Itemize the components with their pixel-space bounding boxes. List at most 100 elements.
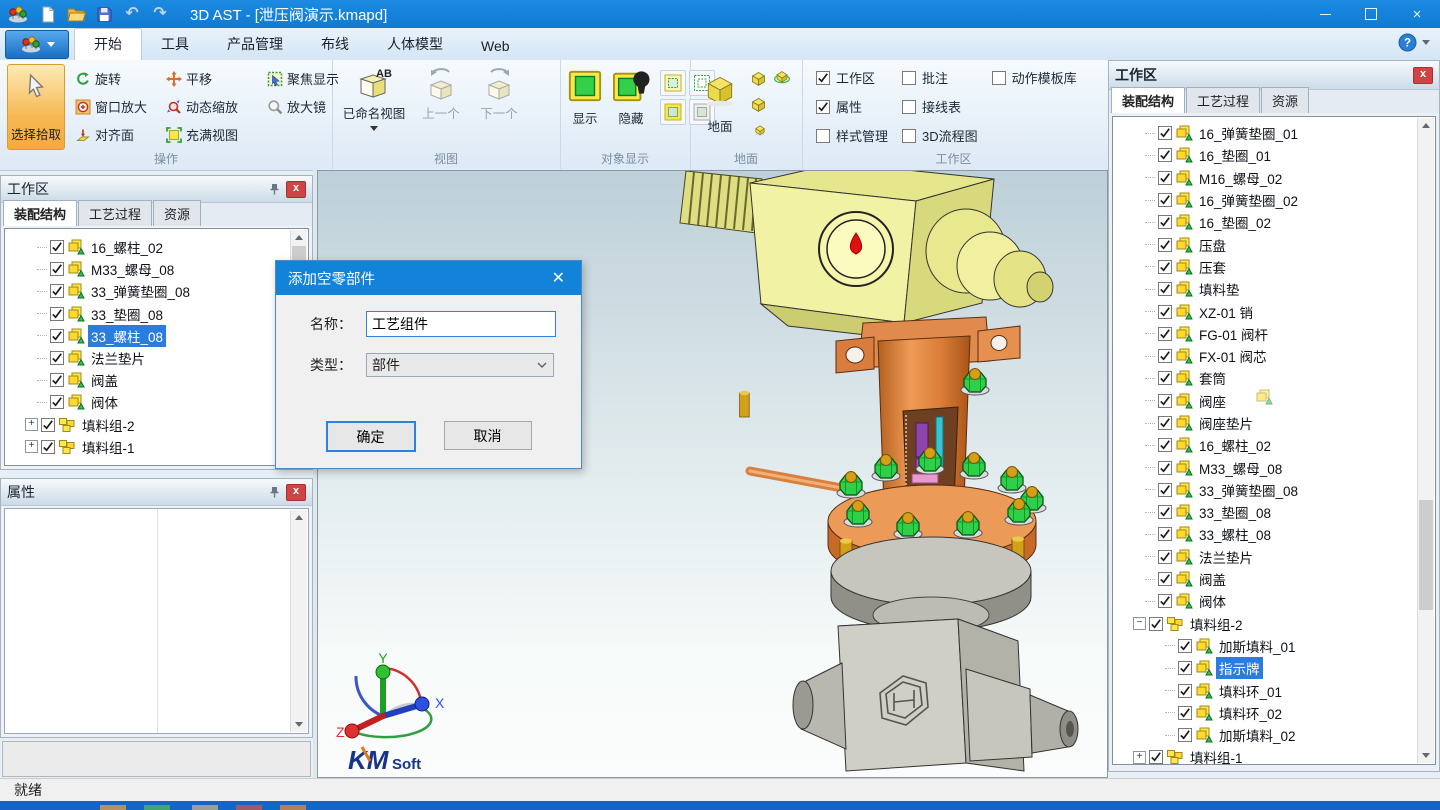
display-hide-button[interactable]: 隐藏 (608, 63, 654, 127)
select-pick-button[interactable]: 选择拾取 (7, 64, 65, 150)
redo-button[interactable]: ↷ (148, 3, 172, 25)
scrollbar[interactable] (290, 510, 307, 732)
tree-item-label[interactable]: 16_螺柱_02 (88, 236, 166, 258)
tree-row[interactable]: 加斯填料_01 (1113, 635, 1435, 657)
tree-row[interactable]: 16_螺柱_02 (5, 236, 308, 258)
checkbox-icon[interactable] (1158, 572, 1172, 586)
tree-row[interactable]: + 填料组-1 (1113, 746, 1435, 765)
tool-zoom-window[interactable]: 窗口放大 (72, 94, 163, 119)
tree-item-label[interactable]: 填料组-2 (1187, 613, 1246, 635)
tab-tools[interactable]: 工具 (142, 29, 208, 60)
tree-item-label[interactable]: 33_垫圈_08 (88, 303, 166, 325)
close-button[interactable]: × (1394, 0, 1440, 28)
checkbox-icon[interactable] (50, 307, 64, 321)
tab-routing[interactable]: 布线 (302, 29, 368, 60)
tree-row[interactable]: 阀盖 (5, 369, 308, 391)
scroll-up-icon[interactable] (291, 510, 307, 525)
open-button[interactable] (64, 3, 88, 25)
checkbox-icon[interactable] (50, 395, 64, 409)
checkbox-icon[interactable] (1158, 260, 1172, 274)
new-button[interactable] (36, 3, 60, 25)
scrollbar[interactable] (1417, 118, 1434, 763)
tree-item-label[interactable]: 阀体 (88, 391, 121, 413)
checkbox-icon[interactable] (1178, 661, 1192, 675)
tool-fit-view[interactable]: 充满视图 (163, 122, 264, 147)
ground-ground-cube-3-button[interactable] (750, 120, 770, 140)
checkbox-icon[interactable] (1178, 706, 1192, 720)
checkbox-icon[interactable] (1158, 416, 1172, 430)
checkbox-icon[interactable] (1158, 327, 1172, 341)
tree-item-label[interactable]: 填料垫 (1196, 278, 1243, 300)
tree-item-label[interactable]: 加斯填料_02 (1216, 724, 1299, 746)
tree-row[interactable]: 法兰垫片 (5, 347, 308, 369)
view-prev-view-button[interactable]: 上一个 (412, 63, 470, 163)
tree-row[interactable]: 法兰垫片 (1113, 546, 1435, 568)
tree-item-label[interactable]: 16_弹簧垫圈_02 (1196, 189, 1301, 211)
undo-button[interactable]: ↶ (120, 3, 144, 25)
checkbox-icon[interactable] (1158, 594, 1172, 608)
close-panel-icon[interactable]: x (1413, 67, 1433, 84)
dialog-titlebar[interactable]: 添加空零部件 ✕ (276, 261, 581, 295)
save-button[interactable] (92, 3, 116, 25)
checkbox-icon[interactable] (50, 284, 64, 298)
display-show-button[interactable]: 显示 (562, 63, 608, 127)
tree-item-label[interactable]: 16_弹簧垫圈_01 (1196, 122, 1301, 144)
tree-row[interactable]: 阀座 (1113, 390, 1435, 412)
close-panel-icon[interactable]: x (286, 181, 306, 198)
checkbox-icon[interactable] (50, 329, 64, 343)
pin-icon[interactable] (266, 181, 282, 197)
view-named-view-button[interactable]: AB 已命名视图 (336, 63, 412, 163)
tree-row[interactable]: 压套 (1113, 256, 1435, 278)
checkbox-ws-3dflow[interactable]: 3D流程图 (902, 126, 978, 145)
scroll-down-icon[interactable] (1418, 748, 1434, 763)
tree-row[interactable]: 阀座垫片 (1113, 412, 1435, 434)
display-hide-selected-button[interactable] (660, 99, 686, 125)
tree-expander[interactable]: − (1133, 617, 1146, 630)
checkbox-icon[interactable] (1178, 639, 1192, 653)
checkbox-icon[interactable] (1158, 527, 1172, 541)
tree-row[interactable]: 33_垫圈_08 (1113, 501, 1435, 523)
ground-ground-cube-2-button[interactable] (748, 94, 768, 114)
checkbox-icon[interactable] (1149, 750, 1163, 764)
tool-zoom-dynamic[interactable]: 动态缩放 (163, 94, 264, 119)
minimize-button[interactable] (1302, 0, 1348, 28)
tab-home[interactable]: 开始 (74, 28, 142, 60)
checkbox-icon[interactable] (1178, 728, 1192, 742)
tree-item-label[interactable]: 16_螺柱_02 (1196, 434, 1274, 456)
tree-item-label[interactable]: 压盘 (1196, 234, 1229, 256)
tab-web[interactable]: Web (462, 33, 529, 60)
checkbox-icon[interactable] (1158, 394, 1172, 408)
tree-item-label[interactable]: 16_垫圈_02 (1196, 211, 1274, 233)
tree-row[interactable]: 33_螺柱_08 (5, 325, 308, 347)
tree-item-label[interactable]: M33_螺母_08 (1196, 457, 1285, 479)
tree-row[interactable]: 填料环_02 (1113, 702, 1435, 724)
tree-row[interactable]: 套筒 (1113, 367, 1435, 389)
tree-item-label[interactable]: FX-01 阀芯 (1196, 345, 1270, 367)
dialog-close-icon[interactable]: ✕ (548, 268, 569, 288)
tree-row[interactable]: M16_螺母_02 (1113, 167, 1435, 189)
tree-row[interactable]: 压盘 (1113, 233, 1435, 255)
tool-rotate[interactable]: 旋转 (72, 66, 163, 91)
checkbox-icon[interactable] (41, 418, 55, 432)
tree-item-label[interactable]: 指示牌 (1216, 657, 1263, 679)
type-select[interactable]: 部件 (366, 353, 554, 377)
checkbox-ws-annot[interactable]: 批注 (902, 68, 978, 87)
tree-item-label[interactable]: 33_螺柱_08 (88, 325, 166, 347)
tree-item-label[interactable]: M33_螺母_08 (88, 258, 177, 280)
tree-item-label[interactable]: 阀座 (1196, 390, 1229, 412)
checkbox-ws-props[interactable]: 属性 (816, 97, 888, 116)
tree-item-label[interactable]: 33_垫圈_08 (1196, 501, 1274, 523)
ground-button[interactable]: 地面 (695, 64, 745, 156)
ok-button[interactable]: 确定 (326, 421, 416, 452)
tree-item-label[interactable]: 法兰垫片 (1196, 546, 1256, 568)
tree-row[interactable]: 阀体 (1113, 590, 1435, 612)
checkbox-icon[interactable] (1158, 238, 1172, 252)
tree-item-label[interactable]: 阀盖 (88, 369, 121, 391)
scroll-up-icon[interactable] (291, 230, 307, 245)
tree-item-label[interactable]: 压套 (1196, 256, 1229, 278)
checkbox-icon[interactable] (50, 262, 64, 276)
tree-item-label[interactable]: FG-01 阀杆 (1196, 323, 1271, 345)
maximize-button[interactable] (1348, 0, 1394, 28)
tree-row[interactable]: 加斯填料_02 (1113, 724, 1435, 746)
tree-item-label[interactable]: 填料组-1 (1187, 746, 1246, 765)
